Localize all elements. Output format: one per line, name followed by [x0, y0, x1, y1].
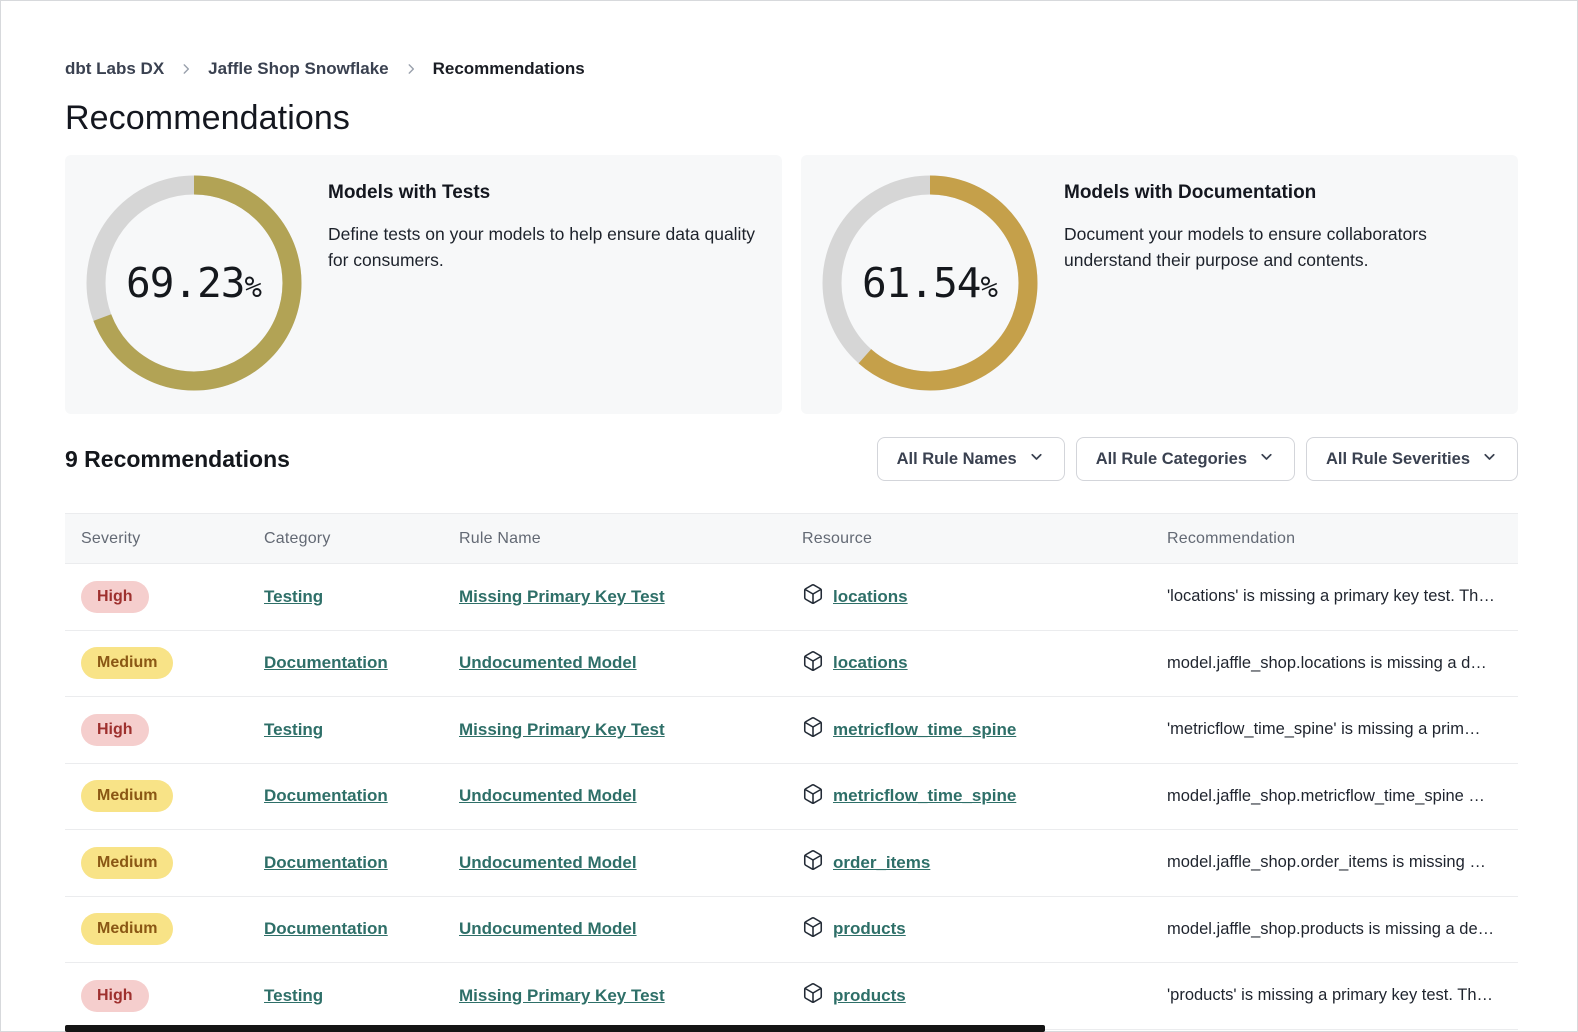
chevron-down-icon: [1258, 448, 1275, 470]
filters: All Rule Names All Rule Categories All R…: [877, 437, 1518, 481]
card-title: Models with Tests: [328, 182, 758, 204]
breadcrumb: dbt Labs DX Jaffle Shop Snowflake Recomm…: [65, 59, 585, 79]
category-link[interactable]: Documentation: [264, 786, 388, 805]
resource-link[interactable]: products: [833, 919, 906, 939]
horizontal-scrollbar-thumb[interactable]: [65, 1025, 1045, 1032]
rule-name-link[interactable]: Undocumented Model: [459, 653, 637, 672]
table-row: Medium Documentation Undocumented Model …: [65, 631, 1518, 698]
filter-rule-categories-dropdown[interactable]: All Rule Categories: [1076, 437, 1295, 481]
recommendation-text: model.jaffle_shop.order_items is missing…: [1151, 853, 1518, 872]
recommendations-count: 9 Recommendations: [65, 446, 290, 473]
severity-badge: Medium: [81, 647, 173, 679]
table-row: High Testing Missing Primary Key Test me…: [65, 697, 1518, 764]
breadcrumb-item-account[interactable]: dbt Labs DX: [65, 59, 164, 79]
table-row: High Testing Missing Primary Key Test lo…: [65, 564, 1518, 631]
percent-value: 69.23: [126, 259, 244, 307]
severity-badge: Medium: [81, 780, 173, 812]
column-header-rule-name: Rule Name: [443, 530, 786, 548]
chevron-right-icon: [404, 62, 418, 76]
column-header-resource: Resource: [786, 530, 1151, 548]
resource-link[interactable]: products: [833, 986, 906, 1006]
category-link[interactable]: Documentation: [264, 853, 388, 872]
category-link[interactable]: Testing: [264, 986, 323, 1005]
recommendation-text: model.jaffle_shop.products is missing a …: [1151, 920, 1518, 939]
severity-badge: High: [81, 581, 149, 613]
breadcrumb-item-project[interactable]: Jaffle Shop Snowflake: [208, 59, 388, 79]
recommendation-text: 'products' is missing a primary key test…: [1151, 986, 1518, 1005]
column-header-category: Category: [248, 530, 443, 548]
filter-rule-severities-dropdown[interactable]: All Rule Severities: [1306, 437, 1518, 481]
metric-cards: 69.23% Models with Tests Define tests on…: [65, 155, 1518, 414]
page-title: Recommendations: [65, 99, 350, 138]
chevron-down-icon: [1481, 448, 1498, 470]
column-header-recommendation: Recommendation: [1151, 530, 1518, 548]
list-toolbar: 9 Recommendations All Rule Names All Rul…: [65, 437, 1518, 481]
filter-rule-names-dropdown[interactable]: All Rule Names: [877, 437, 1065, 481]
percent-sign: %: [980, 270, 997, 304]
cube-icon: [802, 583, 824, 610]
cube-icon: [802, 783, 824, 810]
column-header-severity: Severity: [65, 530, 248, 548]
severity-badge: Medium: [81, 847, 173, 879]
severity-badge: High: [81, 714, 149, 746]
category-link[interactable]: Documentation: [264, 653, 388, 672]
page: dbt Labs DX Jaffle Shop Snowflake Recomm…: [0, 0, 1578, 1032]
chevron-down-icon: [1028, 448, 1045, 470]
cube-icon: [802, 916, 824, 943]
table-row: Medium Documentation Undocumented Model …: [65, 897, 1518, 964]
category-link[interactable]: Testing: [264, 587, 323, 606]
chevron-right-icon: [179, 62, 193, 76]
filter-label: All Rule Names: [897, 450, 1017, 469]
percent-label: 69.23%: [126, 259, 262, 307]
filter-label: All Rule Categories: [1096, 450, 1247, 469]
models-with-tests-donut-chart: 69.23%: [86, 175, 302, 391]
cube-icon: [802, 849, 824, 876]
severity-badge: Medium: [81, 913, 173, 945]
recommendation-text: model.jaffle_shop.locations is missing a…: [1151, 654, 1518, 673]
recommendation-text: model.jaffle_shop.metricflow_time_spine …: [1151, 787, 1518, 806]
card-description: Define tests on your models to help ensu…: [328, 221, 758, 273]
cube-icon: [802, 650, 824, 677]
cube-icon: [802, 982, 824, 1009]
table-row: Medium Documentation Undocumented Model …: [65, 830, 1518, 897]
resource-link[interactable]: metricflow_time_spine: [833, 786, 1016, 806]
card-description: Document your models to ensure collabora…: [1064, 221, 1462, 273]
recommendation-text: 'locations' is missing a primary key tes…: [1151, 587, 1518, 606]
percent-value: 61.54: [862, 259, 980, 307]
rule-name-link[interactable]: Missing Primary Key Test: [459, 720, 665, 739]
filter-label: All Rule Severities: [1326, 450, 1470, 469]
resource-link[interactable]: metricflow_time_spine: [833, 720, 1016, 740]
models-with-tests-card: 69.23% Models with Tests Define tests on…: [65, 155, 782, 414]
rule-name-link[interactable]: Undocumented Model: [459, 853, 637, 872]
resource-link[interactable]: locations: [833, 653, 908, 673]
category-link[interactable]: Testing: [264, 720, 323, 739]
cube-icon: [802, 716, 824, 743]
recommendation-text: 'metricflow_time_spine' is missing a pri…: [1151, 720, 1518, 739]
percent-sign: %: [244, 270, 261, 304]
table-row: Medium Documentation Undocumented Model …: [65, 764, 1518, 831]
models-with-documentation-card: 61.54% Models with Documentation Documen…: [801, 155, 1518, 414]
table-row: High Testing Missing Primary Key Test pr…: [65, 963, 1518, 1030]
percent-label: 61.54%: [862, 259, 998, 307]
rule-name-link[interactable]: Undocumented Model: [459, 919, 637, 938]
table-body: High Testing Missing Primary Key Test lo…: [65, 564, 1518, 1030]
rule-name-link[interactable]: Missing Primary Key Test: [459, 587, 665, 606]
resource-link[interactable]: order_items: [833, 853, 930, 873]
recommendations-table: Severity Category Rule Name Resource Rec…: [65, 513, 1518, 1030]
breadcrumb-item-current: Recommendations: [433, 59, 585, 79]
models-with-documentation-donut-chart: 61.54%: [822, 175, 1038, 391]
resource-link[interactable]: locations: [833, 587, 908, 607]
rule-name-link[interactable]: Missing Primary Key Test: [459, 986, 665, 1005]
category-link[interactable]: Documentation: [264, 919, 388, 938]
table-header: Severity Category Rule Name Resource Rec…: [65, 513, 1518, 564]
rule-name-link[interactable]: Undocumented Model: [459, 786, 637, 805]
card-title: Models with Documentation: [1064, 182, 1462, 204]
severity-badge: High: [81, 980, 149, 1012]
